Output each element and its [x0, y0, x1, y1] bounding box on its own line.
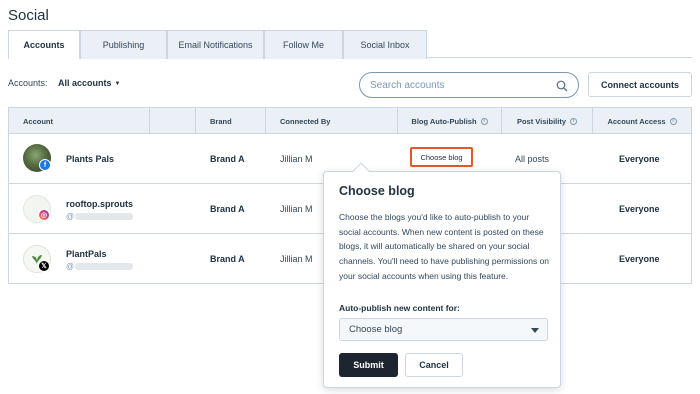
search-input[interactable] — [370, 77, 550, 94]
account-handle: @ — [66, 262, 134, 271]
submit-button[interactable]: Submit — [339, 353, 398, 377]
cancel-button[interactable]: Cancel — [405, 353, 463, 377]
choose-blog-button[interactable]: Choose blog — [410, 147, 473, 167]
column-header-blog-auto-publish[interactable]: Blog Auto-Publish i — [398, 108, 502, 134]
tab-follow-me[interactable]: Follow Me — [264, 30, 343, 59]
search-icon[interactable] — [556, 80, 568, 92]
account-name[interactable]: rooftop.sprouts — [66, 199, 133, 209]
choose-blog-dropdown[interactable]: Choose blog — [339, 318, 548, 341]
account-access-cell[interactable]: Everyone — [619, 234, 660, 284]
tab-social-inbox[interactable]: Social Inbox — [343, 30, 427, 59]
account-name[interactable]: PlantPals — [66, 249, 107, 259]
column-header-connected-by[interactable]: Connected By — [266, 108, 398, 134]
connected-by-cell: Jillian M — [280, 154, 313, 164]
accounts-filter-label: Accounts: — [8, 78, 48, 88]
info-icon[interactable]: i — [669, 117, 677, 125]
popover-title: Choose blog — [339, 184, 415, 198]
account-access-cell[interactable]: Everyone — [619, 184, 660, 234]
facebook-icon: f — [39, 159, 51, 171]
tab-publishing[interactable]: Publishing — [80, 30, 167, 59]
connected-by-cell: Jillian M — [280, 254, 313, 264]
search-box — [359, 72, 579, 98]
x-icon: 𝕏 — [38, 260, 50, 272]
choose-blog-dropdown-value: Choose blog — [349, 324, 403, 335]
account-name[interactable]: Plants Pals — [66, 154, 114, 164]
info-icon[interactable]: i — [480, 117, 488, 125]
connect-accounts-button[interactable]: Connect accounts — [588, 72, 692, 97]
brand-cell: Brand A — [210, 204, 245, 214]
popover-description: Choose the blogs you'd like to auto-publ… — [339, 212, 550, 281]
account-handle: @ — [66, 212, 134, 221]
column-header-spacer — [150, 108, 196, 134]
brand-cell: Brand A — [210, 254, 245, 264]
choose-blog-popover: Choose blog Choose the blogs you'd like … — [323, 171, 561, 388]
instagram-icon: ◎ — [38, 209, 50, 221]
auto-publish-label: Auto-publish new content for: — [339, 303, 460, 313]
account-access-cell[interactable]: Everyone — [619, 134, 660, 184]
redacted-handle — [75, 213, 134, 221]
accounts-filter-dropdown[interactable]: All accounts ▼ — [58, 78, 120, 88]
column-header-post-visibility[interactable]: Post Visibility i — [502, 108, 593, 134]
tab-email-notifications[interactable]: Email Notifications — [167, 30, 264, 59]
tab-bar: Accounts Publishing Email Notifications … — [8, 30, 692, 59]
column-header-account-access[interactable]: Account Access i — [593, 108, 691, 134]
caret-down-icon: ▼ — [114, 81, 121, 87]
accounts-filter-value: All accounts — [58, 78, 112, 88]
connected-by-cell: Jillian M — [280, 204, 313, 214]
info-icon[interactable]: i — [570, 117, 578, 125]
page-title: Social — [8, 7, 49, 24]
column-header-account[interactable]: Account — [9, 108, 150, 134]
column-header-brand[interactable]: Brand — [196, 108, 266, 134]
caret-down-icon — [531, 328, 539, 333]
table-header: Account Brand Connected By Blog Auto-Pub… — [9, 108, 691, 134]
tab-accounts[interactable]: Accounts — [8, 30, 80, 59]
brand-cell: Brand A — [210, 154, 245, 164]
redacted-handle — [75, 263, 134, 271]
